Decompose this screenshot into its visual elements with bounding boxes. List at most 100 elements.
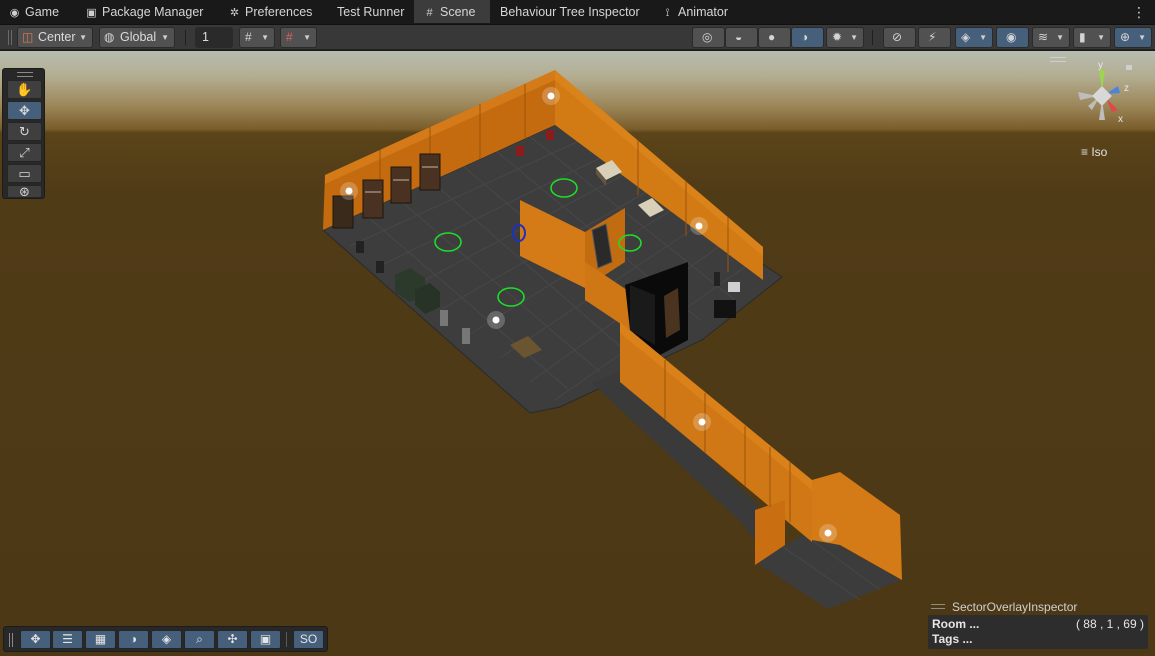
grid-icon: # — [245, 30, 252, 44]
chevron-down-icon: ▼ — [161, 33, 169, 42]
tab-label: Preferences — [245, 5, 313, 19]
camera-icon: ▮ — [1079, 30, 1086, 44]
camera-settings-dropdown[interactable]: ▮ ▼ — [1073, 27, 1111, 48]
grid-paint-button[interactable]: ▦ — [85, 630, 116, 649]
room-foldout[interactable]: Room ... — [932, 617, 979, 631]
gamepad-icon: ◉ — [9, 7, 20, 19]
pivot-icon: ✣ — [227, 632, 238, 646]
overlay-grip[interactable] — [17, 72, 33, 77]
overlay-menu-icon[interactable] — [1050, 57, 1066, 62]
tags-foldout[interactable]: Tags ... — [932, 632, 972, 646]
tab-package-manager[interactable]: ▣ Package Manager — [85, 0, 203, 25]
unlit-sphere-icon: ● — [768, 30, 776, 44]
chevron-down-icon: ▼ — [1056, 33, 1064, 42]
draw-mode-unlit-button[interactable]: ● — [758, 27, 791, 48]
custom-tools-overlay: ✥ ☰ ▦ ◑ ◈ ⌕ ✣ ▣ SO — [3, 626, 328, 652]
hand-icon: ✋ — [16, 82, 33, 97]
tab-label: Animator — [678, 5, 729, 19]
chevron-down-icon: ▼ — [79, 33, 87, 42]
tab-behaviour-tree-inspector[interactable]: Behaviour Tree Inspector — [500, 0, 640, 25]
camera-eye-icon: ▣ — [259, 632, 272, 646]
more-options-icon[interactable]: ⋮ — [1132, 0, 1146, 25]
transform-tool-button[interactable]: ⊛ — [7, 185, 42, 198]
grid-visibility-dropdown[interactable]: # ▼ — [239, 27, 275, 48]
chevron-down-icon: ▼ — [303, 33, 311, 42]
snap-grid-icon: # — [286, 30, 293, 44]
move-arrows-icon: ✥ — [30, 632, 41, 646]
pivot-rotation-label: Global — [120, 30, 157, 44]
pivot-mode-dropdown[interactable]: ◫ Center ▼ — [17, 27, 93, 48]
globe-icon: ◍ — [104, 30, 115, 44]
toolbar-separator — [185, 30, 186, 45]
overlay-grip[interactable] — [931, 604, 945, 609]
debug-draw-mode-dropdown[interactable]: ✹ ▼ — [826, 27, 864, 48]
rotate-icon: ↻ — [19, 124, 30, 139]
gizmos-dropdown[interactable]: ⊕ ▼ — [1114, 27, 1152, 48]
pivot-button[interactable]: ✣ — [217, 630, 248, 649]
toolbar-separator — [872, 30, 873, 45]
search-button[interactable]: ⌕ — [184, 630, 215, 649]
move-tool-button[interactable]: ✥ — [7, 101, 42, 120]
sliders-button[interactable]: ☰ — [52, 630, 83, 649]
grid-snap-value: 1 — [202, 30, 209, 44]
grid-paint-icon: ▦ — [94, 632, 107, 646]
toggle-2d-button[interactable]: ⊘ — [883, 27, 916, 48]
draw-mode-shaded-wireframe-button[interactable]: ◒ — [725, 27, 758, 48]
tab-test-runner[interactable]: Test Runner — [337, 0, 404, 25]
camera-preview-button[interactable]: ▣ — [250, 630, 281, 649]
draw-mode-wireframe-button[interactable]: ◎ — [692, 27, 725, 48]
chevron-down-icon: ▼ — [1138, 33, 1146, 42]
sliders-icon: ☰ — [62, 632, 73, 646]
lighting-button[interactable]: ◑ — [118, 630, 149, 649]
overlay-grip[interactable] — [9, 633, 13, 647]
level-render — [322, 70, 902, 609]
2d-toggle-icon: ⊘ — [892, 30, 903, 44]
scene-visibility-button[interactable]: ◉ — [996, 27, 1029, 48]
tab-game[interactable]: ◉ Game — [8, 0, 59, 25]
toggle-lighting-button[interactable]: ⚡ — [918, 27, 951, 48]
effects-dropdown[interactable]: ◈ ▼ — [955, 27, 993, 48]
animator-icon: ⟟ — [665, 7, 670, 19]
half-moon-icon: ◑ — [129, 632, 138, 646]
move-handle-button[interactable]: ✥ — [20, 630, 51, 649]
chevron-down-icon: ▼ — [850, 33, 858, 42]
scene-viewport[interactable]: y z x ≡ Iso — [0, 51, 1155, 656]
wireframe-sphere-icon: ◎ — [702, 30, 713, 44]
tab-label: Behaviour Tree Inspector — [500, 5, 640, 19]
view-tool-button[interactable]: ✋ — [7, 80, 42, 99]
layers-dropdown[interactable]: ≋ ▼ — [1032, 27, 1070, 48]
lock-icon — [1126, 65, 1132, 70]
chevron-down-icon: ▼ — [979, 33, 987, 42]
so-button[interactable]: SO — [293, 630, 324, 649]
tab-preferences[interactable]: ✲ Preferences — [228, 0, 313, 25]
grid-snapping-dropdown[interactable]: # ▼ — [280, 27, 317, 48]
gizmo-x-label: x — [1118, 114, 1123, 125]
package-icon: ▣ — [86, 7, 97, 19]
bug-icon: ✹ — [832, 30, 843, 44]
editor-tab-bar: ◉ Game ▣ Package Manager ✲ Preferences Test… — [0, 0, 1155, 25]
toolbar-grip[interactable] — [8, 30, 12, 45]
scale-icon: ⤢ — [19, 145, 30, 160]
rect-tool-button[interactable]: ▭ — [7, 164, 42, 183]
gizmos-icon: ⊕ — [1120, 30, 1131, 44]
rect-icon: ▭ — [18, 166, 31, 181]
scene-toolbar: ◫ Center ▼ ◍ Global ▼ 1 # ▼ # ▼ ◎ ◒ ● ◑ … — [0, 25, 1155, 50]
layers-button[interactable]: ◈ — [151, 630, 182, 649]
orientation-gizmo[interactable]: y z x — [1066, 60, 1138, 132]
tab-scene[interactable]: # Scene — [414, 0, 490, 23]
scale-tool-button[interactable]: ⤢ — [7, 143, 42, 162]
pivot-rotation-dropdown[interactable]: ◍ Global ▼ — [99, 27, 175, 48]
tab-animator[interactable]: ⟟ Animator — [661, 0, 728, 25]
transform-icon: ⊛ — [19, 184, 30, 199]
gizmo-y-label: y — [1098, 60, 1103, 71]
grid-hash-icon: # — [426, 7, 433, 19]
chevron-down-icon: ▼ — [1097, 33, 1105, 42]
draw-mode-lit-button[interactable]: ◑ — [791, 27, 824, 48]
eye-icon: ◉ — [1006, 30, 1017, 44]
so-label: SO — [299, 632, 318, 646]
grid-snap-value-input[interactable]: 1 — [195, 27, 233, 48]
rotate-tool-button[interactable]: ↻ — [7, 122, 42, 141]
gear-icon: ✲ — [229, 7, 240, 19]
shaded-wireframe-icon: ◒ — [735, 30, 743, 44]
projection-toggle[interactable]: ≡ Iso — [1081, 145, 1107, 159]
